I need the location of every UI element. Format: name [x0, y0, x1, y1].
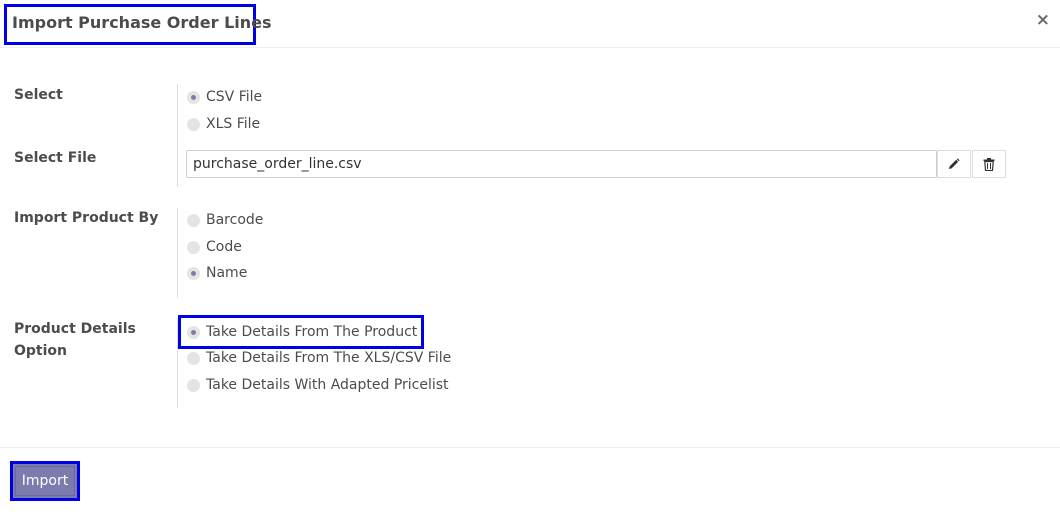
field-divider — [177, 84, 178, 187]
radio-take-details-from-file[interactable]: Take Details From The XLS/CSV File — [187, 348, 451, 368]
radio-take-details-adapted-pricelist[interactable]: Take Details With Adapted Pricelist — [187, 375, 449, 395]
delete-file-button[interactable] — [972, 150, 1006, 178]
import-button[interactable]: Import — [10, 461, 80, 501]
radio-label: Code — [206, 239, 242, 255]
radio-button-checked[interactable] — [187, 325, 200, 339]
radio-button[interactable] — [187, 213, 200, 227]
label-line: Product Details — [14, 321, 136, 337]
select-label: Select — [14, 87, 63, 103]
radio-barcode[interactable]: Barcode — [187, 210, 263, 230]
radio-button[interactable] — [187, 240, 200, 254]
radio-label: Take Details From The XLS/CSV File — [206, 350, 452, 366]
dialog-header: Import Purchase Order Lines × — [0, 0, 1060, 48]
radio-csv-file[interactable]: CSV File — [187, 87, 262, 107]
radio-button[interactable] — [187, 117, 200, 131]
radio-code[interactable]: Code — [187, 237, 242, 257]
radio-label: CSV File — [206, 89, 263, 105]
radio-button[interactable] — [187, 378, 200, 392]
radio-xls-file[interactable]: XLS File — [187, 114, 260, 134]
radio-take-details-from-product[interactable]: Take Details From The Product — [187, 322, 417, 342]
close-icon[interactable]: × — [1036, 10, 1050, 30]
footer-divider — [0, 447, 1060, 448]
radio-button[interactable] — [187, 351, 200, 365]
radio-label: Name — [206, 265, 248, 281]
file-name-field[interactable]: purchase_order_line.csv — [186, 150, 937, 178]
radio-label: Take Details From The Product — [206, 324, 418, 340]
radio-label: XLS File — [206, 116, 261, 132]
import-button-label: Import — [15, 466, 75, 496]
trash-icon — [983, 157, 995, 171]
product-details-option-label: Product Details Option — [14, 318, 136, 362]
field-divider — [177, 208, 178, 298]
dialog-title: Import Purchase Order Lines — [4, 4, 272, 45]
radio-label: Take Details With Adapted Pricelist — [206, 377, 449, 393]
radio-button-checked[interactable] — [187, 266, 200, 280]
pencil-icon — [949, 158, 960, 169]
radio-label: Barcode — [206, 212, 264, 228]
import-product-by-label: Import Product By — [14, 210, 159, 226]
radio-name[interactable]: Name — [187, 263, 247, 283]
label-line: Option — [14, 343, 67, 359]
select-file-label: Select File — [14, 150, 97, 166]
edit-file-button[interactable] — [937, 150, 971, 178]
radio-button-checked[interactable] — [187, 90, 200, 104]
